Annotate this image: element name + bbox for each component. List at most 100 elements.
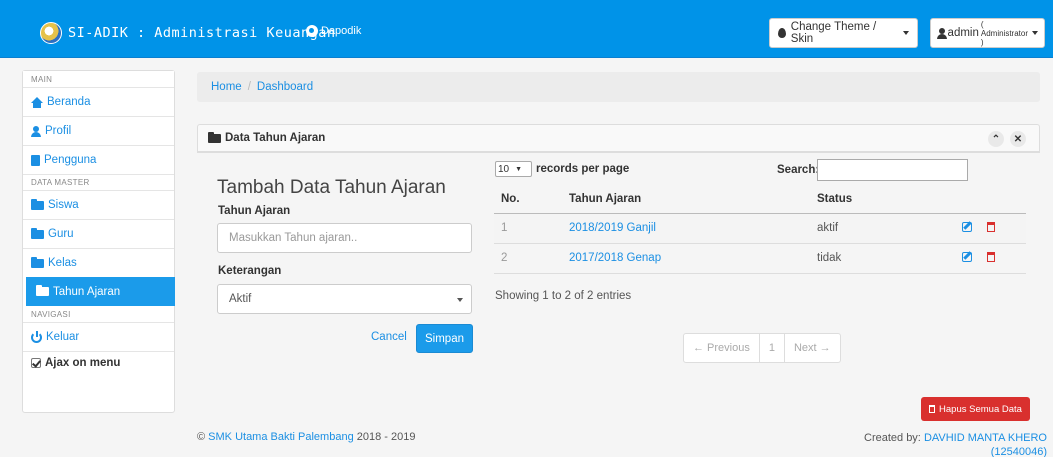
dapodik-link[interactable]: Dapodik xyxy=(306,25,361,37)
panel-title-text: Data Tahun Ajaran xyxy=(225,132,326,144)
previous-button[interactable]: ← Previous xyxy=(684,334,760,362)
sidebar-header-navigasi: NAVIGASI xyxy=(23,306,174,322)
pagination: ← Previous 1 Next → xyxy=(683,333,841,363)
form-title: Tambah Data Tahun Ajaran xyxy=(217,177,446,198)
cell-tahun[interactable]: 2018/2019 Ganjil xyxy=(562,213,810,244)
cell-tahun[interactable]: 2017/2018 Genap xyxy=(562,243,810,274)
keterangan-value: Aktif xyxy=(229,293,252,305)
user-name: admin xyxy=(947,27,979,39)
sidebar-item-keluar[interactable]: Keluar xyxy=(23,322,174,351)
author-link[interactable]: DAVHID MANTA KHERO xyxy=(924,432,1047,444)
folder-icon xyxy=(31,227,44,239)
folder-icon xyxy=(31,256,44,268)
change-theme-label: Change Theme / Skin xyxy=(790,21,877,45)
page-1-button[interactable]: 1 xyxy=(760,334,785,362)
tint-icon xyxy=(778,28,786,38)
sidebar-item-label: Tahun Ajaran xyxy=(53,285,121,298)
footer-copyright: © SMK Utama Bakti Palembang 2018 - 2019 xyxy=(197,431,415,443)
change-theme-button[interactable]: Change Theme / Skin xyxy=(769,18,918,48)
globe-icon xyxy=(306,25,318,37)
select-arrow-icon: ▼ xyxy=(515,165,523,173)
caret-down-icon xyxy=(1032,31,1038,35)
sidebar-item-kelas[interactable]: Kelas xyxy=(23,248,174,277)
brand-title: SI-ADIK : Administrasi Keuangan xyxy=(68,25,336,41)
home-icon xyxy=(31,97,43,108)
column-header-no[interactable]: No. xyxy=(494,185,562,214)
sidebar: MAIN Beranda Profil Pengguna DATA MASTER… xyxy=(22,70,175,413)
sidebar-item-label: Pengguna xyxy=(44,154,97,166)
created-by-label: Created by: xyxy=(864,432,921,444)
keterangan-label: Keterangan xyxy=(218,265,282,277)
footer-years: 2018 - 2019 xyxy=(356,431,416,443)
panel-title: Data Tahun Ajaran xyxy=(208,131,326,144)
sidebar-item-beranda[interactable]: Beranda xyxy=(23,87,174,116)
folder-icon xyxy=(31,198,44,210)
sidebar-item-pengguna[interactable]: Pengguna xyxy=(23,145,174,174)
sidebar-item-guru[interactable]: Guru xyxy=(23,219,174,248)
school-link[interactable]: SMK Utama Bakti Palembang xyxy=(208,431,354,443)
records-per-page: 10 ▼ records per page xyxy=(495,161,629,177)
sidebar-header-main: MAIN xyxy=(23,71,174,87)
edit-icon[interactable] xyxy=(962,221,972,232)
breadcrumb-home[interactable]: Home xyxy=(211,81,242,93)
author-nim: (12540046) xyxy=(990,446,1047,457)
ajax-toggle[interactable]: Ajax on menu xyxy=(23,351,174,373)
collapse-icon[interactable]: ⌃ xyxy=(988,131,1004,147)
trash-icon[interactable] xyxy=(987,221,996,232)
panel-header: Data Tahun Ajaran ⌃ ✕ xyxy=(197,124,1040,152)
power-icon xyxy=(31,330,42,343)
sidebar-item-label: Kelas xyxy=(48,257,77,269)
user-role: ( Administrator ) xyxy=(980,19,1028,47)
logo-icon xyxy=(40,22,62,44)
select-arrow-icon xyxy=(457,298,463,302)
sidebar-item-tahun-ajaran[interactable]: Tahun Ajaran xyxy=(26,277,175,306)
top-navbar: SI-ADIK : Administrasi Keuangan Dapodik … xyxy=(0,0,1053,58)
trash-icon xyxy=(929,405,936,413)
simpan-button[interactable]: Simpan xyxy=(416,324,473,353)
records-per-page-label: records per page xyxy=(536,163,630,175)
sidebar-item-label: Profil xyxy=(45,125,72,137)
sidebar-header-master: DATA MASTER xyxy=(23,174,174,190)
breadcrumb-separator: / xyxy=(247,81,251,93)
edit-icon[interactable] xyxy=(962,251,972,262)
cell-no: 2 xyxy=(494,243,562,274)
column-header-tahun[interactable]: Tahun Ajaran xyxy=(562,185,810,214)
table-row: 2 2017/2018 Genap tidak xyxy=(494,243,1026,274)
cell-actions xyxy=(942,213,1026,244)
keterangan-select[interactable]: Aktif xyxy=(217,284,472,314)
breadcrumb: Home / Dashboard xyxy=(197,72,1040,102)
book-icon xyxy=(31,154,40,166)
sidebar-item-siswa[interactable]: Siswa xyxy=(23,190,174,219)
brand[interactable]: SI-ADIK : Administrasi Keuangan xyxy=(40,22,335,44)
ajax-checkbox[interactable] xyxy=(31,357,41,368)
close-icon[interactable]: ✕ xyxy=(1010,131,1026,147)
column-header-actions xyxy=(942,185,1026,214)
cell-status: aktif xyxy=(810,213,942,244)
caret-down-icon xyxy=(903,31,909,35)
user-icon xyxy=(31,125,41,137)
breadcrumb-current[interactable]: Dashboard xyxy=(257,81,313,93)
next-button[interactable]: Next → xyxy=(785,334,840,362)
cell-status: tidak xyxy=(810,243,942,274)
cell-no: 1 xyxy=(494,213,562,244)
sidebar-item-label: Siswa xyxy=(48,199,79,211)
copyright-symbol: © xyxy=(197,431,206,443)
trash-icon[interactable] xyxy=(987,251,996,262)
cell-actions xyxy=(942,243,1026,274)
footer-credit: Created by: DAVHID MANTA KHERO (12540046… xyxy=(864,431,1047,457)
hapus-semua-button[interactable]: Hapus Semua Data xyxy=(921,397,1030,421)
data-table: No. Tahun Ajaran Status 1 2018/2019 Ganj… xyxy=(494,185,1026,274)
cancel-button[interactable]: Cancel xyxy=(371,331,407,343)
user-menu-button[interactable]: admin ( Administrator ) xyxy=(930,18,1045,48)
tahun-ajaran-input[interactable]: Masukkan Tahun ajaran.. xyxy=(217,223,472,253)
tahun-ajaran-label: Tahun Ajaran xyxy=(218,205,291,217)
column-header-status[interactable]: Status xyxy=(810,185,942,214)
search-input[interactable] xyxy=(817,159,968,181)
user-icon xyxy=(937,27,947,39)
sidebar-item-label: Beranda xyxy=(47,96,91,108)
dapodik-label: Dapodik xyxy=(321,25,362,37)
sidebar-item-profil[interactable]: Profil xyxy=(23,116,174,145)
table-row: 1 2018/2019 Ganjil aktif xyxy=(494,213,1026,244)
records-per-page-value: 10 xyxy=(498,163,510,175)
records-per-page-select[interactable]: 10 ▼ xyxy=(495,161,532,177)
